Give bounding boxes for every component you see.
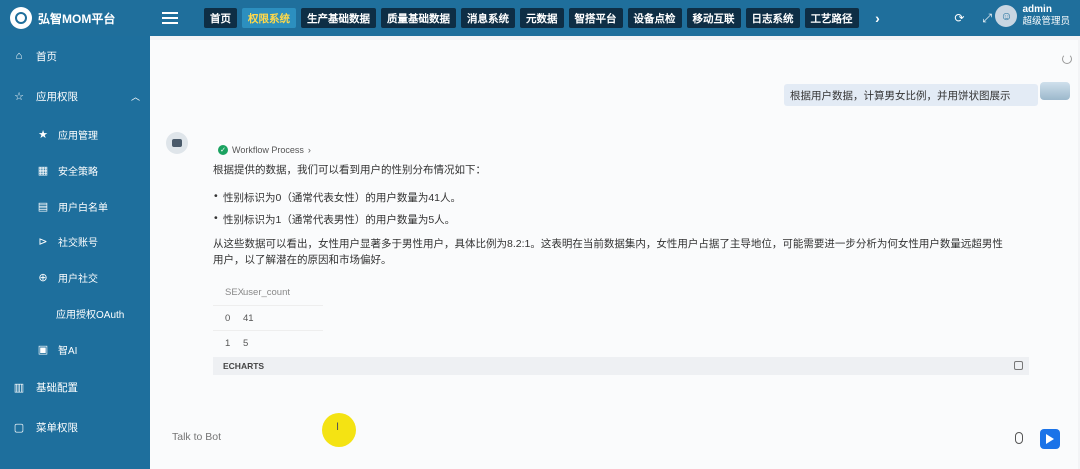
table-row: 1 5 [213, 330, 323, 355]
brand-name: 弘智MOM平台 [38, 11, 116, 26]
nav-tab-home[interactable]: 首页 [204, 8, 237, 28]
bot-conclusion-cont: 用户，以了解潜在的原因和市场偏好。 [213, 254, 392, 266]
sidebar-item-label: 应用授权OAuth [56, 309, 125, 321]
workflow-process[interactable]: ✓ Workflow Process › [218, 145, 311, 155]
sidebar-item-label: 用户社交 [58, 273, 98, 285]
microphone-icon[interactable] [1015, 432, 1023, 444]
table-row: 0 41 [213, 305, 323, 330]
sidebar-item-label: 菜单权限 [36, 421, 78, 434]
top-icons: ⟳ ⤢ [954, 0, 992, 36]
sidebar-item-home[interactable]: ⌂ 首页 [0, 44, 150, 68]
reload-icon[interactable] [1062, 54, 1072, 64]
user-name: admin [1022, 4, 1052, 15]
sidebar-item-security-policy[interactable]: ▦ 安全策略 [0, 158, 150, 182]
echarts-label: ECHARTS [223, 361, 265, 371]
grid-icon: ▦ [37, 164, 49, 177]
user-role: 超级管理员 [1022, 16, 1070, 27]
home-icon: ⌂ [15, 50, 23, 62]
user-avatar [1040, 82, 1070, 100]
avatar: ☺ [995, 5, 1018, 27]
send-icon [1046, 434, 1054, 444]
chat-input[interactable] [172, 431, 872, 443]
top-bar: 弘智MOM平台 首页 权限系统 生产基础数据 质量基础数据 消息系统 元数据 智… [0, 0, 1080, 36]
bot-intro: 根据提供的数据，我们可以看到用户的性别分布情况如下： [213, 164, 486, 176]
nav-tab-logs[interactable]: 日志系统 [745, 8, 800, 28]
robot-icon: ▣ [37, 343, 49, 356]
star-outline-icon: ☆ [14, 90, 24, 103]
user-message: 根据用户数据，计算男女比例，并用饼状图展示 [784, 84, 1038, 106]
nav-tab-inspection[interactable]: 设备点检 [627, 8, 682, 28]
nav-tabs: 首页 权限系统 生产基础数据 质量基础数据 消息系统 元数据 智搭平台 设备点检… [190, 8, 888, 28]
chevron-up-icon: ︿ [130, 91, 140, 102]
table-header-row: SEX user_count [213, 280, 323, 305]
nav-tab-builder[interactable]: 智搭平台 [568, 8, 623, 28]
chat-panel: 根据用户数据，计算男女比例，并用饼状图展示 ✓ Workflow Process… [150, 40, 1078, 469]
bot-conclusion: 从这些数据可以看出，女性用户显著多于男性用户，具体比例为8.2:1。这表明在当前… [213, 238, 1003, 250]
sidebar-item-label: 智AI [58, 345, 78, 357]
sidebar-item-app-permission[interactable]: ☆ 应用权限 ︿ [0, 84, 150, 108]
text-cursor-icon: I [336, 421, 340, 433]
table-cell: 41 [243, 312, 254, 324]
sidebar: ⌂ 首页 ☆ 应用权限 ︿ ★ 应用管理 ▦ 安全策略 ▤ 用户白名单 ⊳ 社交… [0, 36, 150, 469]
clipboard-icon: ▥ [13, 381, 25, 394]
sidebar-item-ai[interactable]: ▣ 智AI [0, 337, 150, 361]
nav-tab-message[interactable]: 消息系统 [461, 8, 515, 28]
table-cell: 0 [225, 312, 231, 324]
send-button[interactable] [1040, 429, 1060, 449]
bot-bullet: 性别标识为0（通常代表女性）的用户数量为41人。 [214, 190, 461, 205]
brand[interactable]: 弘智MOM平台 [0, 0, 150, 36]
table-cell: 5 [243, 337, 249, 349]
nav-tab-routing[interactable]: 工艺路径 [804, 8, 859, 28]
sidebar-item-label: 基础配置 [36, 381, 78, 394]
bot-bullet: 性别标识为1（通常代表男性）的用户数量为5人。 [214, 212, 455, 227]
copy-icon[interactable] [1014, 361, 1023, 370]
refresh-icon[interactable]: ⟳ [954, 11, 964, 25]
plus-circle-icon: ⊕ [38, 271, 48, 284]
result-table: SEX user_count 0 41 1 5 [213, 280, 323, 355]
table-header: SEX [225, 287, 245, 298]
workflow-label: Workflow Process [232, 145, 304, 155]
sidebar-item-oauth[interactable]: 应用授权OAuth [0, 301, 150, 325]
nav-tab-mobile[interactable]: 移动互联 [686, 8, 741, 28]
menu-toggle-icon[interactable] [150, 0, 190, 36]
fullscreen-icon[interactable]: ⤢ [982, 11, 992, 26]
star-icon: ★ [38, 128, 48, 141]
sidebar-item-menu-permission[interactable]: ▢ 菜单权限 [0, 415, 150, 439]
cursor-highlight: I [322, 413, 356, 447]
sidebar-item-app-management[interactable]: ★ 应用管理 [0, 122, 150, 146]
nav-tab-production-data[interactable]: 生产基础数据 [301, 8, 376, 28]
sidebar-item-label: 安全策略 [58, 166, 98, 178]
sidebar-item-social-account[interactable]: ⊳ 社交账号 [0, 229, 150, 253]
nav-tab-quality-data[interactable]: 质量基础数据 [381, 8, 456, 28]
user-menu[interactable]: ☺ admin 超级管理员 [995, 4, 1070, 28]
id-card-icon: ▤ [37, 200, 49, 213]
sidebar-item-label: 应用权限 [36, 90, 78, 103]
sidebar-item-user-social[interactable]: ⊕ 用户社交 [0, 265, 150, 289]
nav-more-chevron-icon[interactable]: › [868, 10, 888, 26]
sidebar-item-whitelist[interactable]: ▤ 用户白名单 [0, 194, 150, 218]
nav-tab-permission[interactable]: 权限系统 [242, 8, 296, 28]
chevron-right-icon: › [307, 145, 311, 155]
chat-input-box[interactable] [164, 424, 1064, 450]
bot-avatar [166, 132, 188, 154]
sidebar-item-label: 首页 [36, 50, 57, 63]
main-area: 根据用户数据，计算男女比例，并用饼状图展示 ✓ Workflow Process… [150, 36, 1080, 469]
echarts-code-block: ECHARTS [213, 357, 1029, 375]
sidebar-item-label: 社交账号 [58, 237, 98, 249]
document-icon: ▢ [13, 421, 25, 434]
play-circle-icon: ⊳ [38, 235, 48, 248]
sidebar-item-base-config[interactable]: ▥ 基础配置 [0, 375, 150, 399]
nav-tab-metadata[interactable]: 元数据 [520, 8, 564, 28]
table-header: user_count [243, 287, 291, 298]
brand-logo-icon [10, 7, 32, 29]
sidebar-item-label: 应用管理 [58, 130, 98, 142]
check-circle-icon: ✓ [218, 145, 228, 155]
table-cell: 1 [225, 337, 231, 349]
sidebar-item-label: 用户白名单 [58, 202, 108, 214]
